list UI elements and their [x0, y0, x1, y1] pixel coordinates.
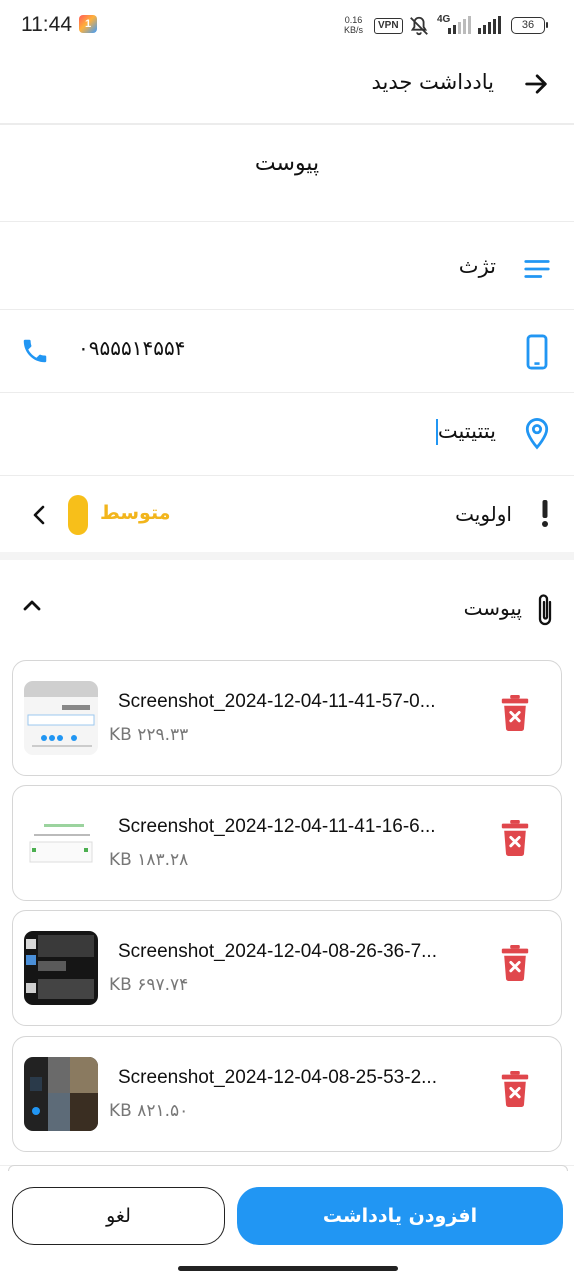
- attachment-filesize: KB ۱۸۳.۲۸: [109, 850, 189, 870]
- note-title-field[interactable]: پیوست: [0, 125, 574, 222]
- description-text: تژث: [458, 254, 496, 278]
- exclamation-icon: [542, 500, 548, 527]
- signal-icon: [448, 16, 471, 34]
- trash-icon[interactable]: [500, 820, 530, 856]
- image-thumbnail-icon: [24, 1057, 98, 1131]
- priority-label: اولویت: [455, 502, 512, 526]
- mobile-phone-icon: [526, 334, 548, 370]
- attachment-filename: Screenshot_2024-12-04-11-41-16-6...: [118, 816, 436, 837]
- chevron-up-icon[interactable]: [22, 598, 42, 612]
- attachment-card[interactable]: Screenshot_2024-12-04-11-41-16-6... KB ۱…: [12, 785, 562, 901]
- network-speed: 0.16 KB/s: [344, 15, 363, 35]
- add-note-button[interactable]: افزودن یادداشت: [237, 1187, 563, 1245]
- description-field[interactable]: تژث: [0, 222, 574, 310]
- attachment-filename: Screenshot_2024-12-04-08-26-36-7...: [118, 941, 437, 962]
- priority-value: متوسط: [100, 502, 171, 524]
- battery-icon: 36: [511, 17, 548, 34]
- attachment-card-partial: [8, 1165, 568, 1171]
- attachment-thumbnail: [24, 931, 98, 1005]
- location-pin-icon: [525, 418, 549, 450]
- trash-icon[interactable]: [500, 1071, 530, 1107]
- app-notification-icon: 1: [79, 15, 97, 33]
- location-value: یتتیتیت: [437, 419, 496, 443]
- network-speed-value: 0.16: [344, 15, 363, 25]
- priority-selector[interactable]: اولویت متوسط: [0, 476, 574, 552]
- image-thumbnail-icon: [24, 931, 98, 1005]
- trash-icon[interactable]: [500, 695, 530, 731]
- note-title: پیوست: [254, 151, 320, 176]
- paperclip-icon: [538, 594, 552, 626]
- description-icon: [524, 260, 550, 278]
- phone-field[interactable]: ۰۹۵۵۵۱۴۵۵۴: [0, 310, 574, 393]
- attachments-header[interactable]: پیوست: [0, 560, 574, 655]
- attachment-thumbnail: [24, 806, 98, 880]
- network-speed-unit: KB/s: [344, 25, 364, 35]
- phone-call-icon[interactable]: [20, 336, 50, 366]
- attachment-filesize: KB ۲۲۹.۳۳: [109, 725, 189, 745]
- attachment-card[interactable]: Screenshot_2024-12-04-11-41-57-0... KB ۲…: [12, 660, 562, 776]
- arrow-right-icon[interactable]: [522, 70, 550, 98]
- attachment-thumbnail: [24, 1057, 98, 1131]
- trash-icon[interactable]: [500, 945, 530, 981]
- vpn-indicator: VPN: [374, 18, 403, 34]
- attachment-card[interactable]: Screenshot_2024-12-04-08-25-53-2... KB ۸…: [12, 1036, 562, 1152]
- chevron-left-icon[interactable]: [30, 504, 48, 526]
- signal-icon: [478, 16, 501, 34]
- bell-off-icon: [410, 16, 428, 36]
- section-divider: [0, 552, 574, 560]
- location-field[interactable]: یتتیتیت: [0, 393, 574, 476]
- cancel-button[interactable]: لغو: [12, 1187, 225, 1245]
- app-header: یادداشت جدید: [0, 52, 574, 125]
- page-title: یادداشت جدید: [371, 70, 494, 94]
- attachment-filename: Screenshot_2024-12-04-08-25-53-2...: [118, 1067, 437, 1088]
- location-text: یتتیتیت: [435, 419, 496, 445]
- attachment-filesize: KB ۶۹۷.۷۴: [109, 975, 189, 995]
- image-thumbnail-icon: [24, 806, 98, 880]
- status-bar: 11:44 1 0.16 KB/s VPN 4G 36: [0, 0, 574, 52]
- status-time: 11:44: [21, 13, 72, 36]
- home-indicator[interactable]: [178, 1266, 398, 1271]
- image-thumbnail-icon: [24, 681, 98, 755]
- attachment-filesize: KB ۸۲۱.۵۰: [109, 1101, 189, 1121]
- priority-color-indicator: [68, 495, 88, 535]
- attachment-filename: Screenshot_2024-12-04-11-41-57-0...: [118, 691, 436, 712]
- attachments-label: پیوست: [463, 596, 522, 620]
- phone-number: ۰۹۵۵۵۱۴۵۵۴: [78, 336, 186, 360]
- attachment-thumbnail: [24, 681, 98, 755]
- attachment-card[interactable]: Screenshot_2024-12-04-08-26-36-7... KB ۶…: [12, 910, 562, 1026]
